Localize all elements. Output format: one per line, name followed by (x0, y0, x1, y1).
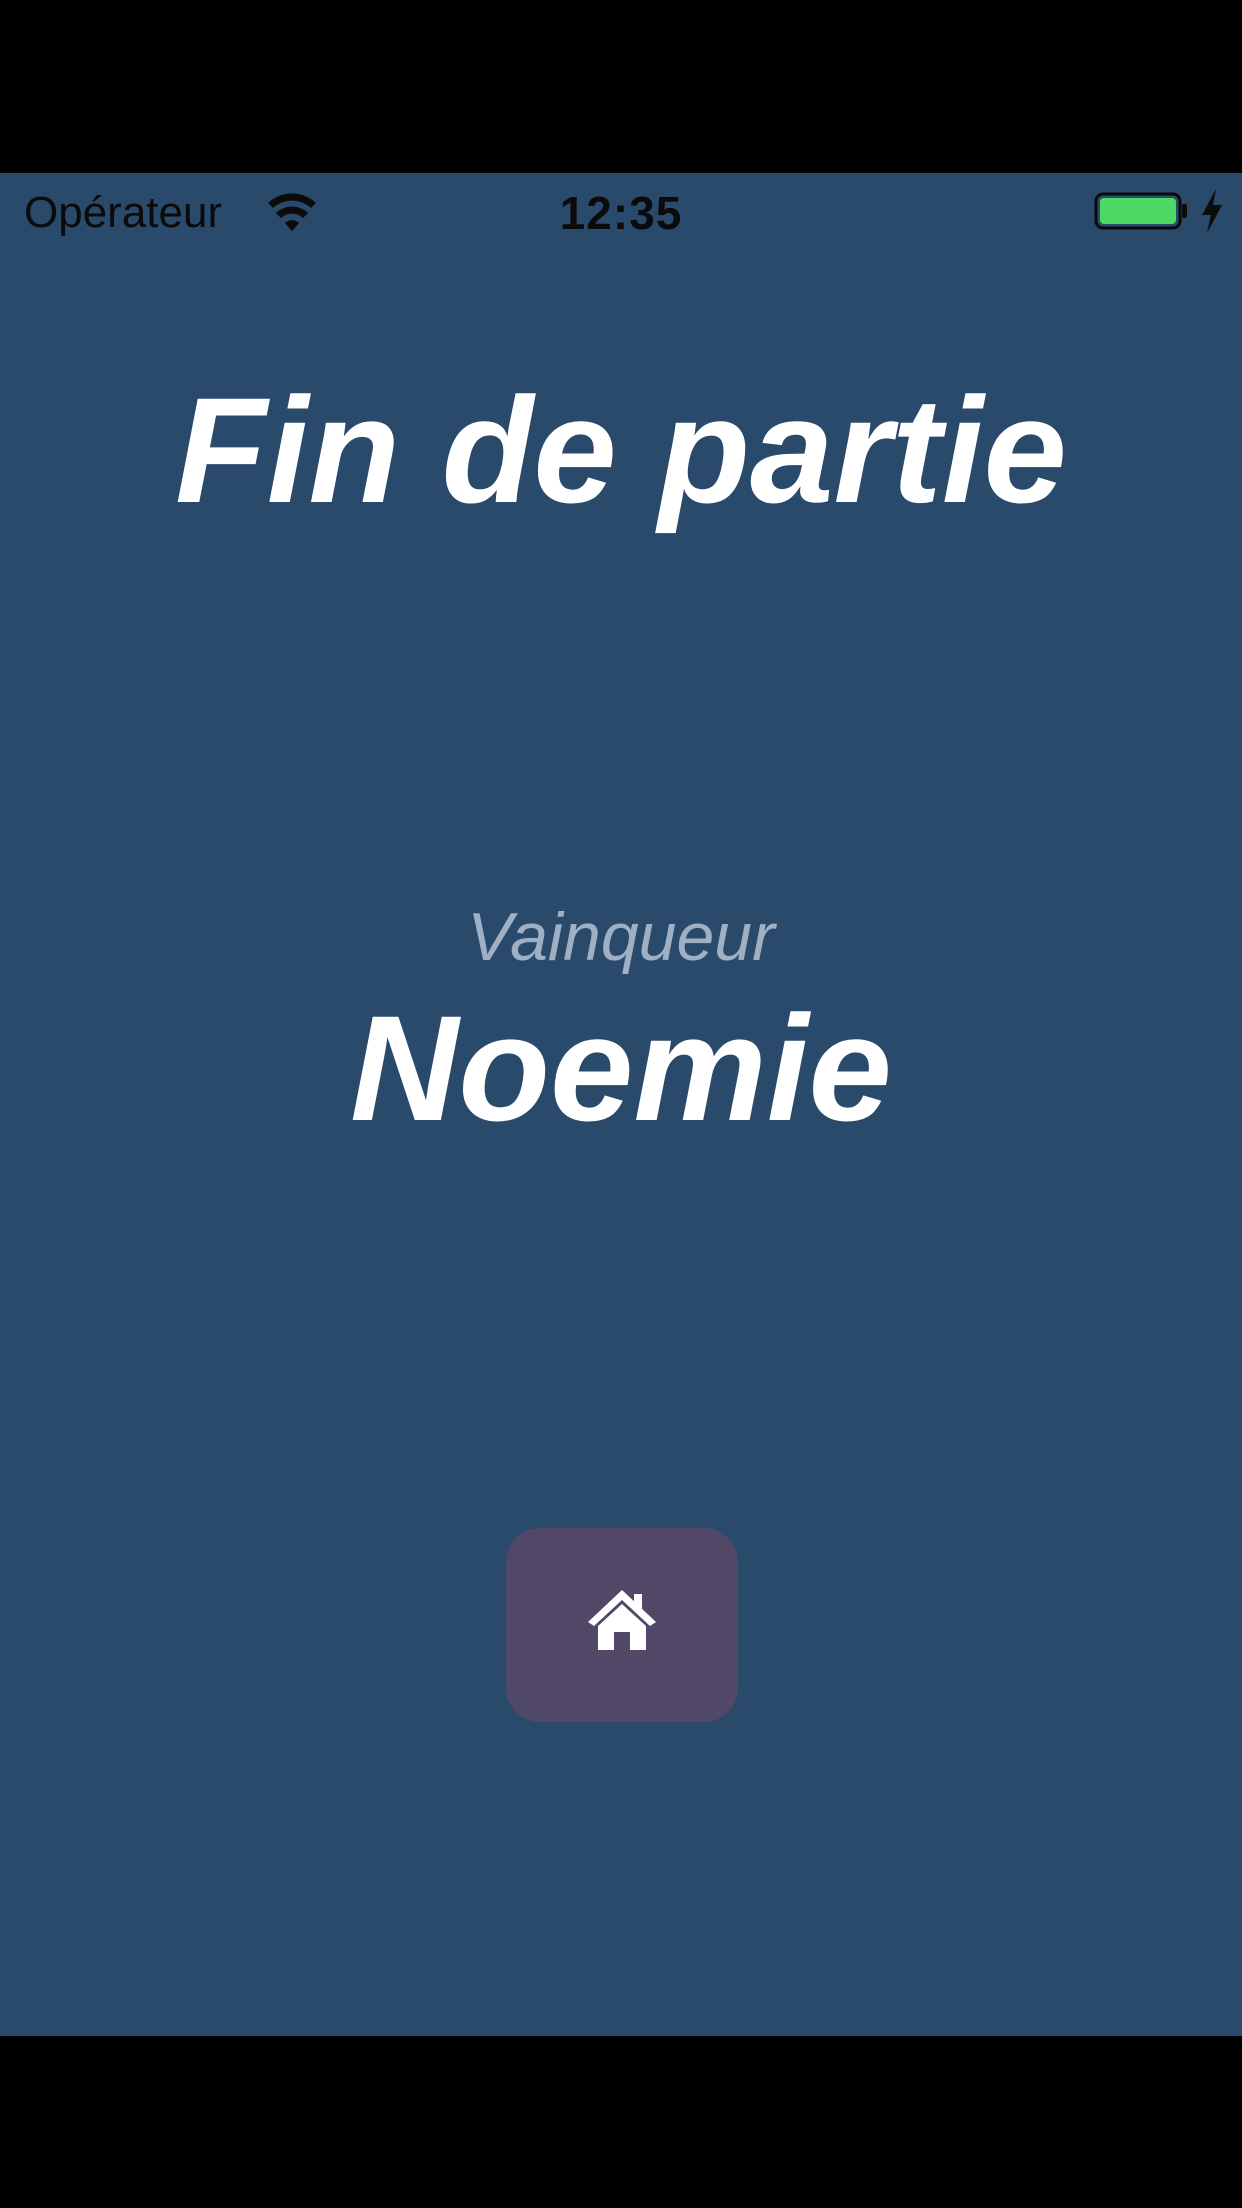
top-letterbox (0, 0, 1242, 173)
status-bar: Opérateur 12:35 (0, 173, 1242, 253)
game-over-screen: Opérateur 12:35 Fin de partie Vainqueur … (0, 173, 1242, 2036)
charging-bolt-icon (1202, 189, 1222, 233)
battery-icon (1094, 192, 1187, 230)
home-icon (588, 1590, 656, 1650)
winner-label: Vainqueur (467, 899, 775, 975)
home-button[interactable] (506, 1528, 738, 1722)
status-time: 12:35 (559, 187, 683, 239)
game-over-title: Fin de partie (175, 366, 1067, 534)
winner-name: Noemie (350, 984, 892, 1152)
bottom-letterbox (0, 2036, 1242, 2208)
